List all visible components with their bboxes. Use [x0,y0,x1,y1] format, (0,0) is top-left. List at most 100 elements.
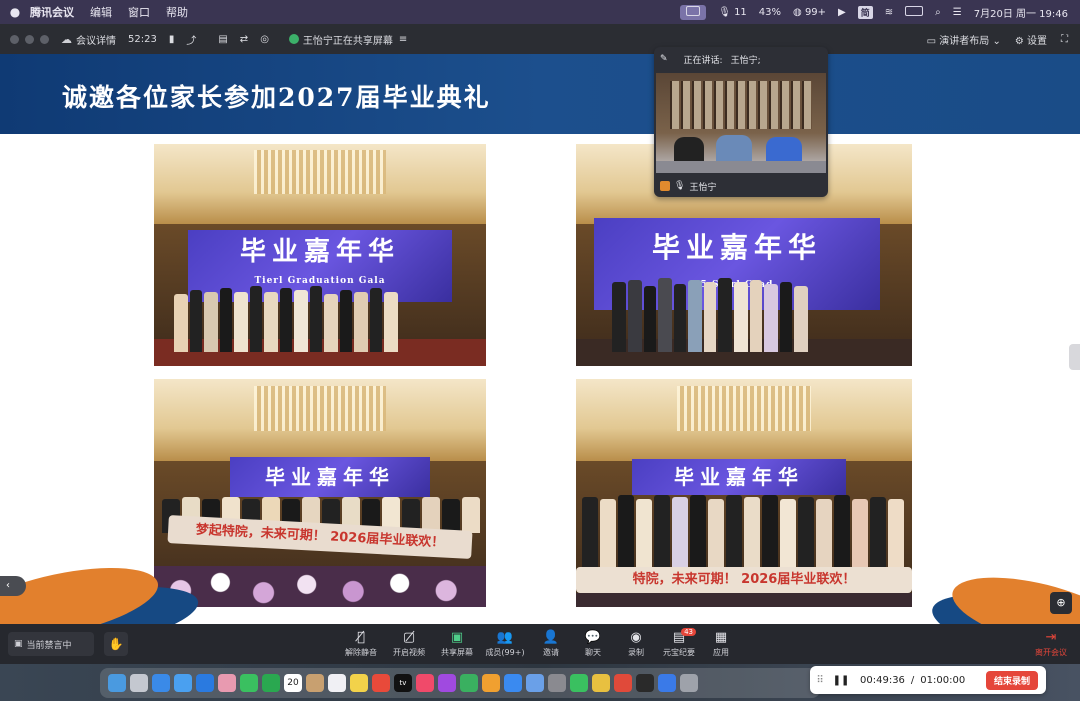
keynote-icon[interactable] [504,674,522,692]
apple-icon[interactable]: ● [0,5,30,19]
tv-icon[interactable]: tv [394,674,412,692]
screen-share-status-icon[interactable] [680,4,707,20]
photo-4-screen-text: 毕业嘉年华 [674,465,804,489]
participant-avatar-icon [660,181,670,191]
maps-icon[interactable] [372,674,390,692]
pages-icon[interactable] [482,674,500,692]
settings-button[interactable]: ⚙ 设置 [1015,32,1047,47]
bookshelf [670,81,812,129]
translate-icon[interactable]: ⇄ [240,34,248,45]
muted-status[interactable]: ▣ 当前禁言中 [8,632,94,656]
participant-mic-icon: 🎙 [674,181,686,191]
start-video-button[interactable]: ▢̸ 开启视频 [384,630,434,658]
safari-icon[interactable] [152,674,170,692]
leave-meeting-button[interactable]: ⇥ 离开会议 [1026,630,1076,658]
minimize-window-button[interactable] [25,34,34,44]
qq-icon[interactable] [636,674,654,692]
unmute-button[interactable]: 🎙̸ 解除静音 [336,630,386,658]
meeting-logo-icon: ☁ [61,32,72,46]
messages-icon[interactable] [240,674,258,692]
calendar-icon[interactable]: 20 [284,674,302,692]
photo-1: 毕业嘉年华 Tierl Graduation Gala [154,144,486,366]
zoom-in-icon[interactable]: ⊕ [1050,592,1072,614]
leave-icon: ⇥ [1045,630,1057,645]
zoom-window-button[interactable] [40,34,49,44]
trash-icon[interactable] [680,674,698,692]
video-thumbnail[interactable]: ✎ 正在讲话: 王怡宁; 🎙 王怡宁 [654,47,828,197]
close-window-button[interactable] [10,34,19,44]
tencent-meeting-icon[interactable] [658,674,676,692]
pop-out-icon[interactable]: ⤴ [186,32,196,47]
menu-help[interactable]: 帮助 [166,4,188,20]
wechat-status[interactable]: ◍ 99+ [793,7,826,18]
notes-app-icon[interactable] [350,674,368,692]
podcasts-icon[interactable] [438,674,456,692]
photos-icon[interactable] [218,674,236,692]
fullscreen-icon[interactable]: ⛶ [1061,34,1068,45]
battery-percent[interactable]: 43% [759,7,781,18]
hide-video-icon[interactable]: ◎ [260,34,269,45]
sharing-status[interactable]: 王怡宁正在共享屏幕 ≡ [288,32,407,47]
layout-button[interactable]: ▭ 演讲者布局 ⌄ [927,32,1001,47]
members-label: 成员(99+) [485,648,525,657]
apps-button[interactable]: ▦ 应用 [696,630,746,658]
date-time[interactable]: 7月20日 周一 19:46 [974,5,1068,20]
menu-window[interactable]: 窗口 [128,4,150,20]
top-toolbar-right: ▭ 演讲者布局 ⌄ ⚙ 设置 ⛶ [927,32,1080,47]
drag-handle-icon[interactable]: ⠿ [810,675,830,686]
input-method-icon[interactable]: 简 [857,5,873,19]
members-icon: 👥 [496,630,514,645]
launchpad-icon[interactable] [130,674,148,692]
photo-4-banner: 特院，未来可期！ 2026届毕业联欢！ [576,567,912,593]
appstore-icon[interactable] [196,674,214,692]
meeting-top-toolbar: ☁ 会议详情 52:23 ▮ ⤴ ▤ ⇄ ◎ 王怡宁正在共享屏幕 ≡ ▭ 演讲者… [0,24,1080,54]
leave-label: 离开会议 [1035,648,1067,657]
control-center-icon[interactable]: ☰ [953,7,962,18]
slide-title: 诚邀各位家长参加2027届毕业典礼 [62,83,491,112]
meeting-bottom-toolbar: ▣ 当前禁言中 ✋ 🎙̸ 解除静音 ▢̸ 开启视频 ▣ 共享屏幕 👥 成员(99… [0,624,1080,664]
share-screen-button[interactable]: ▣ 共享屏幕 [432,630,482,658]
reminders-icon[interactable] [328,674,346,692]
notes-icon[interactable]: ▤ [218,34,227,45]
video-header: ✎ 正在讲话: 王怡宁; [654,47,828,71]
battery-icon[interactable] [905,5,924,19]
pause-recording-icon[interactable]: ❚❚ [830,675,852,686]
photo-1-screen-text: 毕业嘉年华 [239,237,400,267]
meeting-details-button[interactable]: ☁ 会议详情 [61,32,116,47]
photo-2-crowd [612,272,810,352]
menu-edit[interactable]: 编辑 [90,4,112,20]
settings-label: 设置 [1027,35,1047,47]
files-icon[interactable] [526,674,544,692]
menu-app-name[interactable]: 腾讯会议 [30,4,74,20]
mail-icon[interactable] [174,674,192,692]
wifi-icon[interactable]: ≋ [885,7,893,18]
raise-hand-icon[interactable]: ✋ [104,632,128,656]
apps-label: 应用 [713,648,729,657]
mic-status[interactable]: 🎙 11 [718,7,747,18]
tv-label: tv [399,679,407,687]
meeting-duration: 52:23 [128,33,157,45]
muted-icon: ▣ [14,639,23,649]
speaking-name: 王怡宁; [730,55,761,66]
wps-icon[interactable] [614,674,632,692]
play-icon[interactable]: ▶ [838,7,846,18]
chrome-icon[interactable] [592,674,610,692]
previous-page-button[interactable]: ‹ [0,576,26,596]
start-video-label: 开启视频 [393,648,425,657]
facetime-icon[interactable] [262,674,280,692]
unmute-label: 解除静音 [345,648,377,657]
music-icon[interactable] [416,674,434,692]
contacts-icon[interactable] [306,674,324,692]
numbers-icon[interactable] [460,674,478,692]
search-icon[interactable]: ⌕ [935,7,941,18]
side-panel-handle[interactable] [1069,344,1080,370]
photo-4: 毕业嘉年华 特院，未来可期！ 2026届毕业联欢！ [576,379,912,607]
members-button[interactable]: 👥 成员(99+) [480,630,530,658]
video-off-icon: ▢̸ [402,630,416,645]
recording-elapsed: 00:49:36 [860,674,905,686]
finder-icon[interactable] [108,674,126,692]
wechat-icon[interactable] [570,674,588,692]
signal-icon[interactable]: ▮ [169,34,175,45]
system-settings-icon[interactable] [548,674,566,692]
stop-recording-button[interactable]: 结束录制 [985,670,1038,690]
